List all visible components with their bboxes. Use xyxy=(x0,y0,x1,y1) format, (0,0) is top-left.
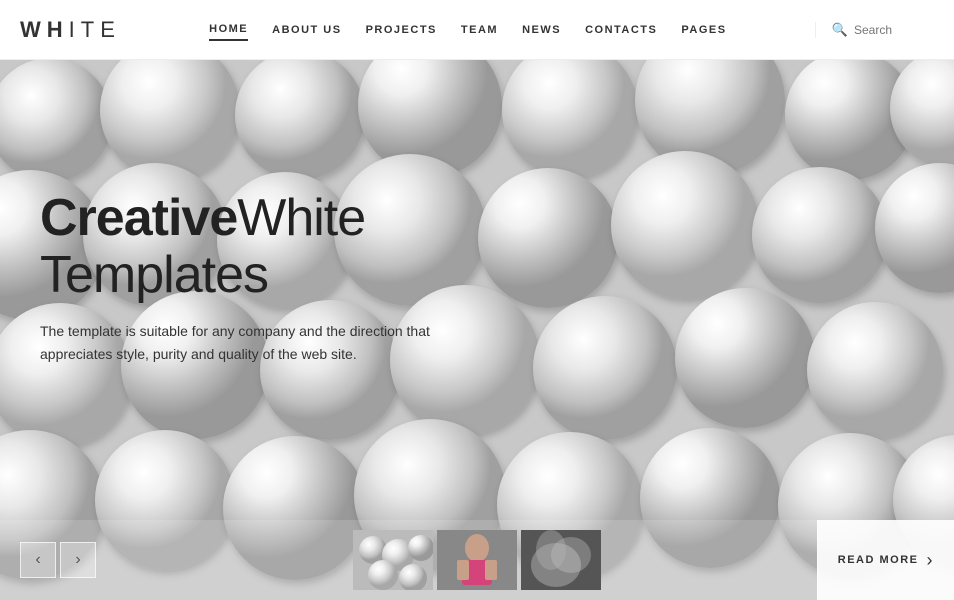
search-icon: 🔍 xyxy=(832,22,848,38)
search-box: 🔍 xyxy=(815,22,934,38)
bottom-bar: ‹ › xyxy=(0,520,954,600)
hero-content: CreativeWhite Templates The template is … xyxy=(40,190,477,365)
nav-item-projects[interactable]: PROJECTS xyxy=(366,20,437,40)
nav-item-news[interactable]: NEWS xyxy=(522,20,561,40)
nav: HOME ABOUT US PROJECTS TEAM NEWS CONTACT… xyxy=(209,19,726,41)
slide-thumbnails xyxy=(353,530,601,590)
nav-item-about[interactable]: ABOUT US xyxy=(272,20,341,40)
thumbnail-2[interactable] xyxy=(437,530,517,590)
read-more-button[interactable]: READ MORE › xyxy=(817,520,954,600)
nav-item-pages[interactable]: PAGES xyxy=(681,20,726,40)
hero-title-bold: Creative xyxy=(40,189,237,247)
read-more-arrow-icon: › xyxy=(927,550,935,571)
nav-item-home[interactable]: HOME xyxy=(209,19,248,41)
read-more-label: READ MORE xyxy=(838,554,919,566)
hero-title: CreativeWhite Templates xyxy=(40,190,477,304)
thumbnail-1[interactable] xyxy=(353,530,433,590)
nav-item-contacts[interactable]: CONTACTS xyxy=(585,20,657,40)
header: WHITE HOME ABOUT US PROJECTS TEAM NEWS C… xyxy=(0,0,954,60)
hero-subtitle: The template is suitable for any company… xyxy=(40,320,460,365)
thumbnail-3[interactable] xyxy=(521,530,601,590)
logo: WHITE xyxy=(20,17,121,43)
logo-bold: WH xyxy=(20,17,69,42)
slider-nav: ‹ › xyxy=(0,542,100,578)
logo-light: ITE xyxy=(69,17,121,42)
next-arrow-button[interactable]: › xyxy=(60,542,96,578)
nav-item-team[interactable]: TEAM xyxy=(461,20,498,40)
hero-section: CreativeWhite Templates The template is … xyxy=(0,60,954,600)
search-input[interactable] xyxy=(854,23,934,37)
prev-arrow-button[interactable]: ‹ xyxy=(20,542,56,578)
